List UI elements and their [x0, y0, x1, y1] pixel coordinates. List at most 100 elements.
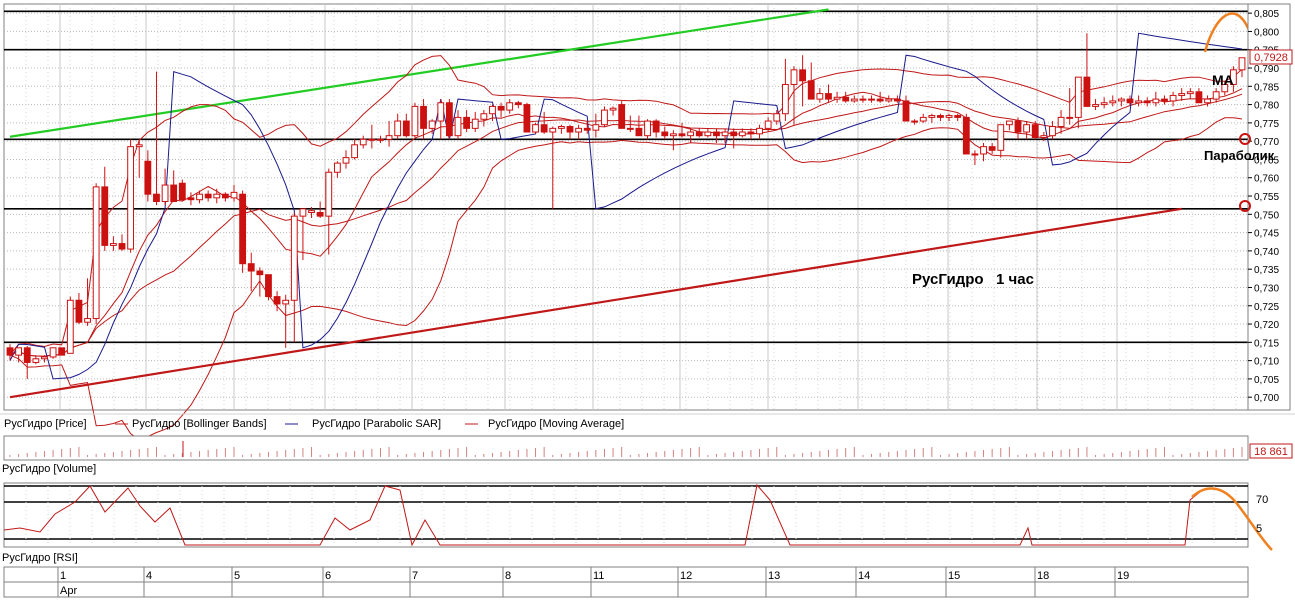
volume-label: РусГидро [Volume]: [2, 463, 96, 475]
candle-body: [247, 263, 255, 272]
price-tick-label: 0,760: [1254, 174, 1279, 185]
candle-body: [669, 133, 677, 137]
candle-body: [626, 127, 634, 130]
candle-body: [928, 115, 936, 118]
legend-sar[interactable]: РусГидро [Parabolic SAR]: [312, 418, 441, 430]
candle-body: [316, 211, 324, 217]
candle-body: [497, 105, 505, 111]
legend-ma[interactable]: РусГидро [Moving Average]: [488, 418, 624, 430]
legend-bollinger[interactable]: РусГидро [Bollinger Bands]: [132, 418, 267, 430]
price-plot-area[interactable]: [3, 3, 1249, 411]
candle-body: [299, 208, 307, 217]
day-label: 4: [146, 570, 152, 582]
candle-body: [1040, 135, 1048, 139]
candle-body: [661, 131, 669, 137]
day-label: 11: [593, 570, 604, 582]
candle-body: [368, 138, 376, 141]
candle-body: [781, 83, 789, 115]
ma-annotation: MA: [1212, 72, 1234, 88]
candle-body: [342, 157, 350, 164]
day-label: 15: [948, 570, 960, 582]
candle-body: [437, 102, 445, 122]
price-tick-label: 0,715: [1254, 338, 1279, 349]
candle-body: [1238, 57, 1246, 71]
candle-body: [523, 104, 531, 133]
candle-body: [15, 347, 23, 356]
candle-body: [816, 93, 824, 100]
candle-body: [980, 146, 987, 155]
candle-body: [583, 127, 591, 131]
candle-body: [885, 98, 893, 102]
candle-body: [756, 127, 763, 135]
candle-body: [540, 124, 548, 133]
candle-body: [445, 102, 453, 137]
day-label: 13: [768, 570, 780, 582]
candle-body: [1066, 116, 1074, 119]
price-tick-label: 0,770: [1254, 137, 1279, 148]
candle-body: [290, 215, 298, 301]
price-tick-label: 0,800: [1254, 27, 1279, 38]
candle-body: [566, 126, 574, 133]
candle-body: [118, 243, 126, 250]
candle-body: [308, 210, 315, 213]
candle-body: [49, 347, 57, 358]
candle-body: [420, 105, 427, 129]
candle-body: [592, 124, 600, 131]
candle-body: [721, 131, 729, 137]
candle-body: [1212, 91, 1220, 100]
candle-body: [1005, 120, 1013, 126]
price-tick-label: 0,740: [1254, 247, 1279, 258]
price-tick-label: 0,775: [1254, 119, 1279, 130]
candle-body: [463, 116, 471, 129]
candle-body: [325, 171, 333, 217]
candle-body: [773, 113, 781, 122]
candle-body: [730, 131, 738, 137]
candle-body: [480, 113, 488, 120]
candle-body: [178, 182, 186, 201]
day-label: 19: [1117, 570, 1129, 582]
legend-price[interactable]: РусГидро [Price]: [4, 418, 87, 430]
parabolic-annotation: Параболик: [1204, 148, 1275, 163]
candle-body: [1031, 124, 1039, 139]
candle-body: [1204, 98, 1211, 104]
candle-body: [532, 124, 539, 133]
candle-body: [489, 105, 496, 115]
price-tick-label: 0,710: [1254, 357, 1279, 368]
candle-body: [187, 197, 195, 201]
candle-body: [1023, 124, 1031, 133]
candle-body: [618, 104, 626, 129]
candle-body: [377, 138, 384, 141]
candle-body: [196, 193, 203, 201]
candle-body: [385, 135, 393, 140]
candle-body: [945, 115, 953, 118]
candle-body: [893, 98, 901, 102]
candle-body: [962, 116, 970, 155]
candle-body: [506, 102, 514, 111]
candle-body: [635, 127, 643, 137]
candle-body: [713, 131, 720, 137]
price-tick-label: 0,785: [1254, 82, 1279, 93]
rsi-panel[interactable]: [3, 482, 1249, 548]
candle-body: [109, 243, 117, 246]
rsi-label: РусГидро [RSI]: [2, 552, 78, 564]
price-tick-label: 0,700: [1254, 393, 1279, 404]
price-tick-label: 0,720: [1254, 320, 1279, 331]
candle-body: [747, 131, 755, 135]
candle-body: [1092, 104, 1099, 107]
candle-body: [1186, 91, 1194, 95]
candle-body: [58, 347, 66, 356]
candle-body: [609, 107, 617, 111]
price-tick-label: 0,730: [1254, 283, 1279, 294]
candle-body: [652, 120, 660, 133]
candle-body: [411, 105, 419, 137]
price-tick-label: 0,705: [1254, 375, 1279, 386]
candle-body: [549, 127, 557, 133]
chart-canvas: 0,8050,8000,7950,7900,7850,7800,7750,770…: [0, 0, 1295, 600]
candle-body: [454, 116, 462, 137]
candle-body: [92, 186, 100, 320]
candle-body: [221, 193, 229, 199]
rsi-tick-partial: 5: [1256, 523, 1262, 535]
candle-body: [911, 120, 919, 123]
candle-body: [127, 146, 135, 250]
candle-body: [954, 115, 962, 118]
